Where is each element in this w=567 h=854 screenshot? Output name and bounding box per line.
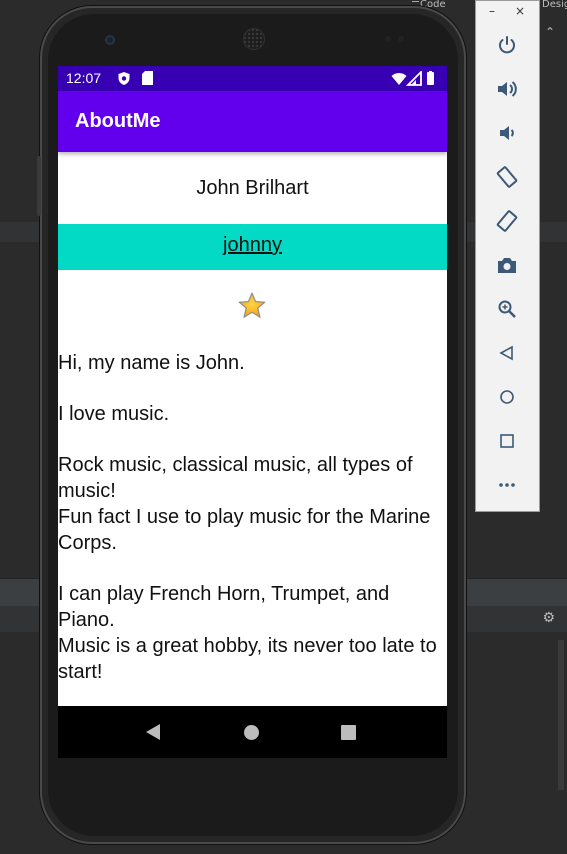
volume-down-icon[interactable] — [492, 118, 522, 148]
gear-icon[interactable]: ⚙ — [542, 610, 555, 626]
status-icons — [391, 71, 434, 86]
home-icon[interactable] — [492, 382, 522, 412]
nickname-row[interactable]: johnny — [58, 224, 447, 270]
nickname-text[interactable]: johnny — [58, 234, 447, 257]
status-time: 12:07 — [66, 70, 102, 86]
shield-icon — [118, 72, 130, 85]
bio-line: I can play French Horn, Trumpet, and Pia… — [58, 583, 390, 631]
camera-icon[interactable] — [492, 250, 522, 280]
volume-up-icon[interactable] — [492, 74, 522, 104]
rotate-right-icon[interactable] — [492, 206, 522, 236]
bio-line: Rock music, classical music, all types o… — [58, 454, 413, 502]
zoom-icon[interactable] — [492, 294, 522, 324]
front-camera-icon — [105, 35, 115, 45]
back-icon[interactable] — [492, 338, 522, 368]
more-icon[interactable] — [492, 470, 522, 500]
bio-spacer — [58, 376, 447, 401]
app-bar: AboutMe — [58, 91, 447, 152]
speaker-grille — [243, 28, 265, 50]
home-icon[interactable] — [244, 725, 259, 740]
device-screen[interactable]: 12:07 AboutMe John Brilhart johnny Hi, m… — [58, 66, 447, 758]
bio-text: Hi, my name is John. I love music. Rock … — [58, 350, 447, 685]
navigation-bar — [58, 706, 447, 758]
power-icon[interactable] — [492, 30, 522, 60]
minimize-button[interactable]: – — [489, 4, 495, 18]
name-text: John Brilhart — [196, 177, 309, 199]
sd-card-icon — [142, 71, 153, 85]
app-title: AboutMe — [75, 110, 161, 132]
wifi-icon — [391, 73, 407, 85]
recents-icon[interactable] — [341, 725, 356, 740]
bio-line: I love music. — [58, 403, 170, 425]
bio-line: Fun fact I use to play music for the Mar… — [58, 506, 431, 554]
device-side-button — [37, 156, 41, 216]
bio-line: Music is a great hobby, its never too la… — [58, 635, 437, 683]
emulator-toolbar: – × — [475, 0, 540, 512]
back-icon[interactable] — [146, 724, 160, 740]
tab-design[interactable]: Desig — [542, 0, 567, 10]
bio-spacer — [58, 427, 447, 452]
bio-line: Hi, my name is John. — [58, 352, 245, 374]
ide-scrollbar[interactable] — [558, 640, 564, 790]
close-button[interactable]: × — [515, 4, 525, 18]
overview-icon[interactable] — [492, 426, 522, 456]
rotate-left-icon[interactable] — [492, 162, 522, 192]
chevron-up-icon[interactable]: ⌃ — [545, 25, 555, 39]
bio-spacer — [58, 556, 447, 581]
battery-icon — [427, 72, 434, 85]
status-bar: 12:07 — [58, 66, 447, 91]
proximity-sensor — [385, 36, 391, 42]
star-icon — [238, 292, 266, 318]
light-sensor — [398, 36, 404, 42]
